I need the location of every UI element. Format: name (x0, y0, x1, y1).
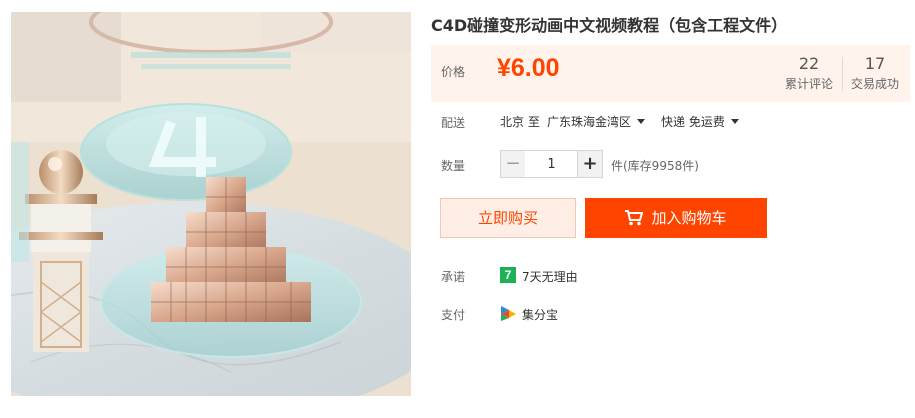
chevron-down-icon (637, 119, 646, 124)
shipping-destination-select[interactable]: 广东珠海金湾区 (547, 113, 646, 130)
price-box: 价格 ¥6.00 22 累计评论 17 交易成功 (431, 45, 910, 102)
add-to-cart-label: 加入购物车 (651, 209, 727, 227)
sales-count: 17 (864, 54, 886, 73)
reviews-count: 22 (798, 54, 820, 73)
shipping-label: 配送 (441, 116, 466, 130)
quantity-decrease-button[interactable]: − (500, 150, 526, 178)
quantity-increase-button[interactable]: + (577, 150, 603, 178)
add-to-cart-button[interactable]: 加入购物车 (585, 198, 767, 238)
stock-info: 件(库存9958件) (611, 159, 699, 173)
price-label: 价格 (441, 65, 466, 79)
quantity-label: 数量 (441, 159, 466, 173)
jifenbao-icon (501, 306, 516, 321)
shipping-destination: 广东珠海金湾区 (547, 115, 632, 129)
shopping-cart-icon (625, 210, 644, 226)
reviews-stat[interactable]: 22 累计评论 (777, 53, 841, 93)
payment-label: 支付 (441, 308, 466, 322)
reviews-label: 累计评论 (784, 77, 833, 91)
chevron-down-icon (730, 119, 739, 124)
sales-stat: 17 交易成功 (843, 53, 907, 93)
product-title: C4D碰撞变形动画中文视频教程（包含工程文件） (431, 16, 788, 35)
sales-label: 交易成功 (850, 77, 899, 91)
shipping-method: 快递 免运费 (661, 115, 725, 129)
shipping-method-select[interactable]: 快递 免运费 (661, 113, 739, 130)
price-value: ¥6.00 (497, 54, 560, 82)
payment-method[interactable]: 集分宝 (522, 306, 558, 323)
quantity-input[interactable] (525, 150, 578, 178)
buy-now-button[interactable]: 立即购买 (440, 198, 576, 238)
shipping-origin: 北京 至 (500, 115, 540, 129)
product-image[interactable] (11, 12, 411, 396)
promise-text[interactable]: 7天无理由 (522, 268, 578, 285)
promise-label: 承诺 (441, 270, 466, 284)
seven-day-return-icon: 7 (500, 267, 516, 283)
